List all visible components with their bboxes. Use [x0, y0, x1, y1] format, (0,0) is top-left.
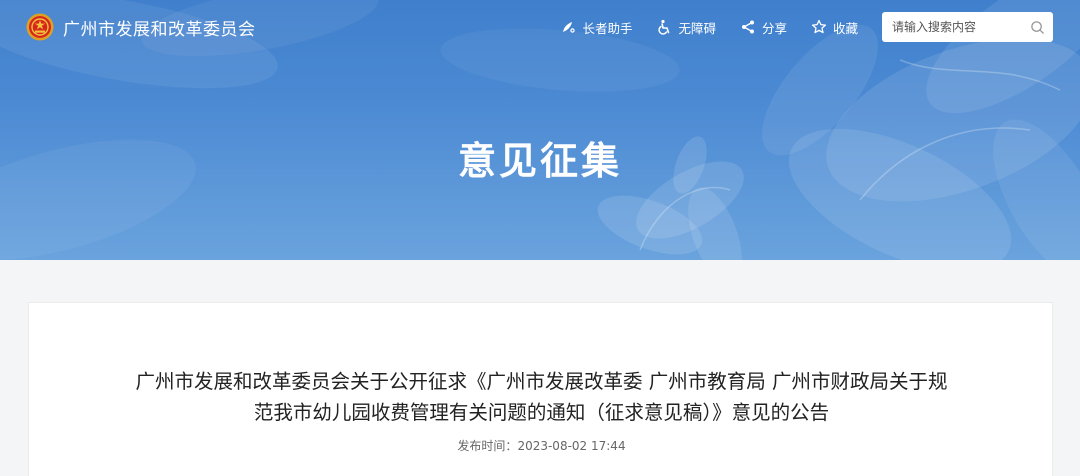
accessibility-label: 无障碍 — [678, 20, 716, 36]
banner-title: 意见征集 — [457, 139, 622, 183]
article-title-line-2: 范我市幼儿园收费管理有关问题的通知（征求意见稿）》意见的公告 — [253, 401, 830, 424]
share-button[interactable]: 分享 — [740, 18, 787, 37]
share-label: 分享 — [761, 20, 787, 36]
favorite-button[interactable]: 收藏 — [811, 18, 858, 37]
elder-assist-button[interactable]: 长者助手 — [560, 18, 632, 37]
article-card: 广州市发展和改革委员会关于公开征求《广州市发展改革委 广州市教育局 广州市财政局… — [28, 302, 1053, 476]
publish-label: 发布时间： — [457, 439, 518, 453]
search-input[interactable] — [892, 20, 1030, 34]
search-icon[interactable] — [1030, 20, 1045, 35]
star-icon — [811, 19, 827, 34]
publish-date: 2023-08-02 17:44 — [517, 439, 626, 453]
site-brand[interactable]: 广州市发展和改革委员会 — [26, 13, 256, 41]
accessibility-icon — [658, 19, 670, 35]
search-box — [882, 12, 1053, 42]
accessibility-button[interactable]: 无障碍 — [656, 18, 716, 37]
site-name: 广州市发展和改革委员会 — [63, 19, 256, 40]
elder-assist-icon — [563, 22, 576, 33]
header-tools: 长者助手 无障碍 分享 收藏 — [560, 12, 1053, 42]
national-emblem-icon — [26, 13, 54, 41]
elder-assist-label: 长者助手 — [582, 20, 633, 36]
publish-info: 发布时间：2023-08-02 17:44 — [29, 437, 1054, 454]
share-icon — [741, 20, 754, 34]
favorite-label: 收藏 — [832, 20, 858, 36]
article-title: 广州市发展和改革委员会关于公开征求《广州市发展改革委 广州市教育局 广州市财政局… — [109, 366, 974, 428]
top-navigation-bar: 广州市发展和改革委员会 长者助手 无障碍 分享 收藏 请输入搜索内容 — [0, 0, 1080, 54]
article-title-line-1: 广州市发展和改革委员会关于公开征求《广州市发展改革委 广州市教育局 广州市财政局… — [135, 370, 948, 393]
